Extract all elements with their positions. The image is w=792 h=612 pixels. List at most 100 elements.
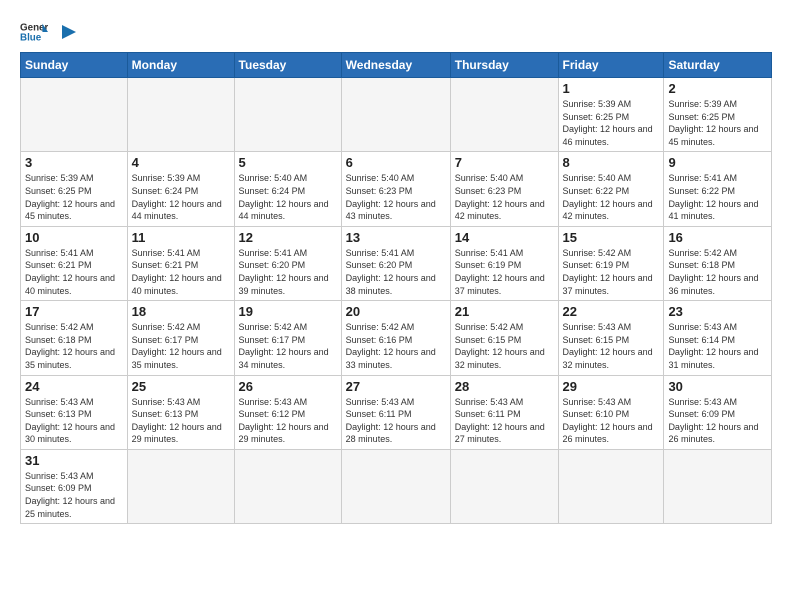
day-info: Sunrise: 5:40 AM Sunset: 6:24 PM Dayligh… xyxy=(239,172,337,222)
day-number: 13 xyxy=(346,230,446,245)
day-info: Sunrise: 5:42 AM Sunset: 6:18 PM Dayligh… xyxy=(25,321,123,371)
day-number: 15 xyxy=(563,230,660,245)
calendar-week-row: 3Sunrise: 5:39 AM Sunset: 6:25 PM Daylig… xyxy=(21,152,772,226)
svg-text:Blue: Blue xyxy=(20,32,42,43)
calendar-week-row: 24 Sunrise: 5:43 AM Sunset: 6:13 PM Dayli… xyxy=(21,375,772,449)
calendar-cell xyxy=(558,449,664,523)
calendar-week-row: 10 Sunrise: 5:41 AM Sunset: 6:21 PM Dayli… xyxy=(21,226,772,300)
day-info: Sunrise: 5:40 AM Sunset: 6:23 PM Dayligh… xyxy=(346,172,446,222)
day-info: Sunrise: 5:43 AM Sunset: 6:13 PM Dayligh… xyxy=(25,396,123,446)
calendar-cell: 12Sunrise: 5:41 AM Sunset: 6:20 PM Dayli… xyxy=(234,226,341,300)
day-number: 27 xyxy=(346,379,446,394)
calendar-cell xyxy=(450,78,558,152)
calendar-cell: 2 Sunrise: 5:39 AM Sunset: 6:25 PM Daylig… xyxy=(664,78,772,152)
day-info: Sunrise: 5:41 AM Sunset: 6:20 PM Dayligh… xyxy=(346,247,446,297)
weekday-header-wednesday: Wednesday xyxy=(341,53,450,78)
day-number: 18 xyxy=(132,304,230,319)
day-number: 20 xyxy=(346,304,446,319)
day-info: Sunrise: 5:39 AM Sunset: 6:25 PM Dayligh… xyxy=(563,98,660,148)
header: General Blue xyxy=(20,18,772,46)
calendar-cell xyxy=(234,449,341,523)
day-info: Sunrise: 5:41 AM Sunset: 6:21 PM Dayligh… xyxy=(25,247,123,297)
weekday-header-friday: Friday xyxy=(558,53,664,78)
day-number: 17 xyxy=(25,304,123,319)
calendar-week-row: 17 Sunrise: 5:42 AM Sunset: 6:18 PM Dayli… xyxy=(21,301,772,375)
logo: General Blue xyxy=(20,18,78,46)
weekday-header-tuesday: Tuesday xyxy=(234,53,341,78)
day-info: Sunrise: 5:40 AM Sunset: 6:23 PM Dayligh… xyxy=(455,172,554,222)
day-number: 24 xyxy=(25,379,123,394)
calendar-cell: 6 Sunrise: 5:40 AM Sunset: 6:23 PM Daylig… xyxy=(341,152,450,226)
day-info: Sunrise: 5:43 AM Sunset: 6:11 PM Dayligh… xyxy=(346,396,446,446)
logo-triangle-icon xyxy=(56,21,78,43)
calendar-cell xyxy=(127,449,234,523)
day-number: 31 xyxy=(25,453,123,468)
day-number: 2 xyxy=(668,81,767,96)
calendar-cell: 5 Sunrise: 5:40 AM Sunset: 6:24 PM Daylig… xyxy=(234,152,341,226)
calendar-week-row: 1 Sunrise: 5:39 AM Sunset: 6:25 PM Daylig… xyxy=(21,78,772,152)
day-info: Sunrise: 5:42 AM Sunset: 6:16 PM Dayligh… xyxy=(346,321,446,371)
calendar-cell: 3Sunrise: 5:39 AM Sunset: 6:25 PM Daylig… xyxy=(21,152,128,226)
day-number: 8 xyxy=(563,155,660,170)
calendar-table: SundayMondayTuesdayWednesdayThursdayFrid… xyxy=(20,52,772,524)
calendar-cell xyxy=(21,78,128,152)
day-number: 19 xyxy=(239,304,337,319)
calendar-cell xyxy=(127,78,234,152)
day-info: Sunrise: 5:42 AM Sunset: 6:19 PM Dayligh… xyxy=(563,247,660,297)
calendar-cell: 26 Sunrise: 5:43 AM Sunset: 6:12 PM Dayli… xyxy=(234,375,341,449)
day-number: 22 xyxy=(563,304,660,319)
calendar-week-row: 31Sunrise: 5:43 AM Sunset: 6:09 PM Dayli… xyxy=(21,449,772,523)
calendar-cell: 17 Sunrise: 5:42 AM Sunset: 6:18 PM Dayli… xyxy=(21,301,128,375)
day-info: Sunrise: 5:40 AM Sunset: 6:22 PM Dayligh… xyxy=(563,172,660,222)
page: General Blue SundayMondayTuesdayWednesda… xyxy=(0,0,792,612)
calendar-cell: 25Sunrise: 5:43 AM Sunset: 6:13 PM Dayli… xyxy=(127,375,234,449)
day-number: 9 xyxy=(668,155,767,170)
day-number: 28 xyxy=(455,379,554,394)
weekday-header-row: SundayMondayTuesdayWednesdayThursdayFrid… xyxy=(21,53,772,78)
day-number: 29 xyxy=(563,379,660,394)
calendar-cell: 8 Sunrise: 5:40 AM Sunset: 6:22 PM Daylig… xyxy=(558,152,664,226)
calendar-cell xyxy=(341,449,450,523)
calendar-cell xyxy=(234,78,341,152)
day-number: 6 xyxy=(346,155,446,170)
day-info: Sunrise: 5:39 AM Sunset: 6:25 PM Dayligh… xyxy=(668,98,767,148)
day-info: Sunrise: 5:43 AM Sunset: 6:14 PM Dayligh… xyxy=(668,321,767,371)
day-number: 25 xyxy=(132,379,230,394)
calendar-cell: 9Sunrise: 5:41 AM Sunset: 6:22 PM Daylig… xyxy=(664,152,772,226)
calendar-cell: 13 Sunrise: 5:41 AM Sunset: 6:20 PM Dayli… xyxy=(341,226,450,300)
day-info: Sunrise: 5:43 AM Sunset: 6:09 PM Dayligh… xyxy=(668,396,767,446)
day-number: 11 xyxy=(132,230,230,245)
calendar-cell: 27 Sunrise: 5:43 AM Sunset: 6:11 PM Dayli… xyxy=(341,375,450,449)
day-info: Sunrise: 5:42 AM Sunset: 6:15 PM Dayligh… xyxy=(455,321,554,371)
calendar-cell: 11Sunrise: 5:41 AM Sunset: 6:21 PM Dayli… xyxy=(127,226,234,300)
calendar-cell: 21Sunrise: 5:42 AM Sunset: 6:15 PM Dayli… xyxy=(450,301,558,375)
day-number: 7 xyxy=(455,155,554,170)
calendar-cell: 19 Sunrise: 5:42 AM Sunset: 6:17 PM Dayli… xyxy=(234,301,341,375)
day-number: 23 xyxy=(668,304,767,319)
weekday-header-monday: Monday xyxy=(127,53,234,78)
day-info: Sunrise: 5:41 AM Sunset: 6:20 PM Dayligh… xyxy=(239,247,337,297)
calendar-cell: 16 Sunrise: 5:42 AM Sunset: 6:18 PM Dayli… xyxy=(664,226,772,300)
logo-icon: General Blue xyxy=(20,18,48,46)
day-number: 5 xyxy=(239,155,337,170)
day-info: Sunrise: 5:42 AM Sunset: 6:17 PM Dayligh… xyxy=(239,321,337,371)
calendar-cell xyxy=(664,449,772,523)
calendar-cell: 29Sunrise: 5:43 AM Sunset: 6:10 PM Dayli… xyxy=(558,375,664,449)
weekday-header-sunday: Sunday xyxy=(21,53,128,78)
day-info: Sunrise: 5:42 AM Sunset: 6:18 PM Dayligh… xyxy=(668,247,767,297)
day-number: 14 xyxy=(455,230,554,245)
day-number: 30 xyxy=(668,379,767,394)
day-number: 26 xyxy=(239,379,337,394)
day-info: Sunrise: 5:42 AM Sunset: 6:17 PM Dayligh… xyxy=(132,321,230,371)
calendar-cell: 22Sunrise: 5:43 AM Sunset: 6:15 PM Dayli… xyxy=(558,301,664,375)
day-info: Sunrise: 5:39 AM Sunset: 6:25 PM Dayligh… xyxy=(25,172,123,222)
day-info: Sunrise: 5:43 AM Sunset: 6:12 PM Dayligh… xyxy=(239,396,337,446)
day-number: 1 xyxy=(563,81,660,96)
day-number: 10 xyxy=(25,230,123,245)
calendar-cell: 4Sunrise: 5:39 AM Sunset: 6:24 PM Daylig… xyxy=(127,152,234,226)
day-number: 16 xyxy=(668,230,767,245)
calendar-cell: 31Sunrise: 5:43 AM Sunset: 6:09 PM Dayli… xyxy=(21,449,128,523)
calendar-cell: 1 Sunrise: 5:39 AM Sunset: 6:25 PM Daylig… xyxy=(558,78,664,152)
weekday-header-thursday: Thursday xyxy=(450,53,558,78)
calendar-cell: 23 Sunrise: 5:43 AM Sunset: 6:14 PM Dayli… xyxy=(664,301,772,375)
